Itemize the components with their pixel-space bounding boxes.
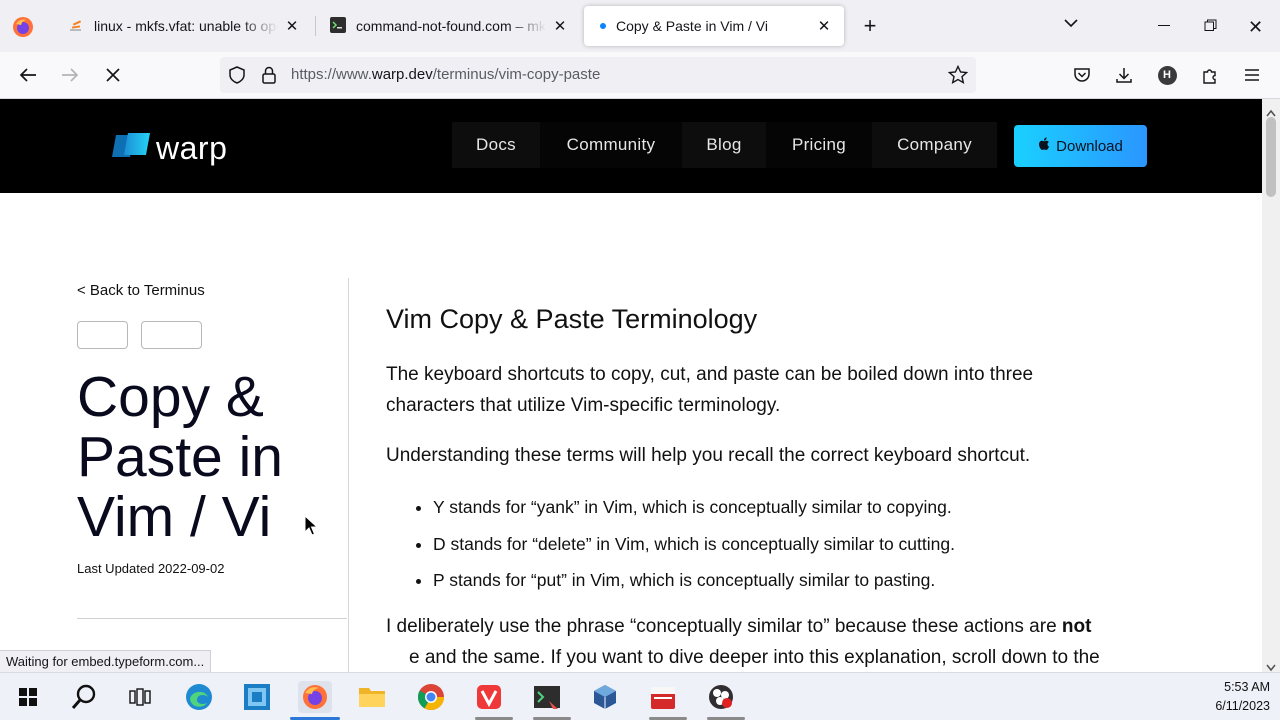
nav-blog[interactable]: Blog bbox=[682, 122, 766, 168]
paragraph: The keyboard shortcuts to copy, cut, and… bbox=[386, 364, 1034, 416]
account-avatar-icon[interactable]: H bbox=[1152, 60, 1182, 90]
divider bbox=[77, 618, 347, 619]
bullet-list: Y stands for “yank” in Vim, which is con… bbox=[433, 489, 955, 599]
tracking-protection-shield-icon[interactable] bbox=[228, 66, 246, 89]
warp-logo-text: warp bbox=[156, 130, 228, 166]
paragraph: I deliberately use the phrase “conceptua… bbox=[386, 616, 1092, 637]
app-window-icon[interactable] bbox=[241, 681, 273, 713]
forward-arrow-icon[interactable] bbox=[55, 60, 85, 90]
hamburger-menu-icon[interactable] bbox=[1237, 60, 1267, 90]
tab-label: Copy & Paste in Vim / Vi bbox=[616, 18, 768, 34]
list-item: P stands for “put” in Vim, which is conc… bbox=[433, 562, 955, 599]
terminal-app-icon[interactable] bbox=[531, 681, 563, 713]
virtualbox-icon[interactable] bbox=[589, 681, 621, 713]
paragraph: e and the same. If you want to dive deep… bbox=[409, 647, 1100, 668]
section-heading: Vim Copy & Paste Terminology bbox=[386, 304, 758, 334]
scrollbar-thumb[interactable] bbox=[1266, 117, 1276, 197]
last-updated-date: Last Updated 2022-09-02 bbox=[77, 561, 225, 576]
tag-pill[interactable] bbox=[77, 321, 128, 349]
tab-linux-mkfs[interactable]: linux - mkfs.vfat: unable to open ✕ bbox=[56, 6, 312, 46]
status-text: Waiting for embed.typeform.com... bbox=[0, 650, 212, 672]
nav-company[interactable]: Company bbox=[872, 122, 997, 168]
site-header: warp Docs Community Blog Pricing Company… bbox=[0, 99, 1262, 193]
windows-start-icon[interactable] bbox=[12, 681, 44, 713]
warp-logo-icon bbox=[112, 131, 152, 166]
list-item: Y stands for “yank” in Vim, which is con… bbox=[433, 489, 955, 526]
terminal-favicon-icon bbox=[330, 16, 346, 36]
app-64-icon[interactable] bbox=[647, 681, 679, 713]
list-all-tabs-chevron-icon[interactable] bbox=[1062, 16, 1080, 35]
tab-copy-paste-vim[interactable]: Copy & Paste in Vim / Vi ✕ bbox=[584, 6, 844, 46]
stop-loading-icon[interactable] bbox=[98, 60, 128, 90]
bookmark-star-icon[interactable] bbox=[947, 64, 969, 90]
pocket-icon[interactable] bbox=[1067, 60, 1097, 90]
system-clock[interactable]: 5:53 AM 6/11/2023 bbox=[1215, 678, 1270, 716]
extensions-puzzle-icon[interactable] bbox=[1195, 60, 1225, 90]
clock-date: 6/11/2023 bbox=[1215, 699, 1270, 713]
chrome-icon[interactable] bbox=[415, 681, 447, 713]
close-tab-icon[interactable]: ✕ bbox=[284, 18, 300, 35]
close-window-icon[interactable]: ✕ bbox=[1248, 17, 1263, 38]
loading-dot-icon bbox=[600, 23, 606, 29]
tab-label: linux - mkfs.vfat: unable to open bbox=[94, 18, 278, 34]
download-button[interactable]: Download bbox=[1014, 125, 1147, 167]
search-icon[interactable] bbox=[68, 681, 100, 713]
stackoverflow-icon bbox=[68, 17, 84, 36]
nav-docs[interactable]: Docs bbox=[452, 122, 540, 168]
nav-community[interactable]: Community bbox=[540, 122, 682, 168]
tag-pill[interactable] bbox=[141, 321, 202, 349]
vivaldi-icon[interactable] bbox=[473, 681, 505, 713]
back-arrow-icon[interactable] bbox=[13, 60, 43, 90]
restore-window-icon[interactable] bbox=[1204, 19, 1217, 37]
downloads-icon[interactable] bbox=[1109, 60, 1139, 90]
edge-browser-icon[interactable] bbox=[183, 681, 215, 713]
close-tab-icon[interactable]: ✕ bbox=[816, 18, 832, 35]
minimize-window-icon[interactable] bbox=[1158, 25, 1170, 26]
firefox-taskbar-icon[interactable] bbox=[298, 681, 332, 713]
new-tab-icon[interactable]: + bbox=[858, 14, 882, 38]
navigation-toolbar: https://www.warp.dev/terminus/vim-copy-p… bbox=[0, 52, 1280, 99]
apple-icon bbox=[1038, 137, 1050, 155]
nav-pricing[interactable]: Pricing bbox=[766, 122, 872, 168]
tab-label: command-not-found.com – mkfs bbox=[356, 18, 546, 34]
windows-taskbar: 5:53 AM 6/11/2023 bbox=[0, 672, 1280, 720]
task-view-icon[interactable] bbox=[124, 681, 156, 713]
back-to-terminus-link[interactable]: < Back to Terminus bbox=[77, 282, 205, 299]
warp-logo[interactable]: warp bbox=[112, 130, 227, 167]
tab-command-not-found[interactable]: command-not-found.com – mkfs ✕ bbox=[318, 6, 580, 46]
download-label: Download bbox=[1056, 137, 1123, 155]
clock-time: 5:53 AM bbox=[1224, 680, 1270, 694]
list-item: D stands for “delete” in Vim, which is c… bbox=[433, 526, 955, 563]
url-text[interactable]: https://www.warp.dev/terminus/vim-copy-p… bbox=[291, 66, 600, 83]
firefox-view-icon[interactable] bbox=[12, 16, 34, 38]
obs-studio-icon[interactable] bbox=[705, 681, 737, 713]
tab-strip: linux - mkfs.vfat: unable to open ✕ comm… bbox=[0, 0, 1280, 52]
close-tab-icon[interactable]: ✕ bbox=[552, 18, 568, 35]
page-title: Copy & Paste in Vim / Vi bbox=[77, 365, 283, 549]
mouse-cursor-icon bbox=[304, 514, 319, 542]
address-bar[interactable]: https://www.warp.dev/terminus/vim-copy-p… bbox=[220, 57, 976, 93]
lock-icon[interactable] bbox=[261, 66, 277, 89]
column-divider bbox=[348, 278, 349, 672]
file-explorer-icon[interactable] bbox=[356, 681, 388, 713]
page-viewport: warp Docs Community Blog Pricing Company… bbox=[0, 99, 1262, 672]
vertical-scrollbar[interactable] bbox=[1262, 99, 1280, 672]
paragraph: Understanding these terms will help you … bbox=[386, 445, 1031, 466]
